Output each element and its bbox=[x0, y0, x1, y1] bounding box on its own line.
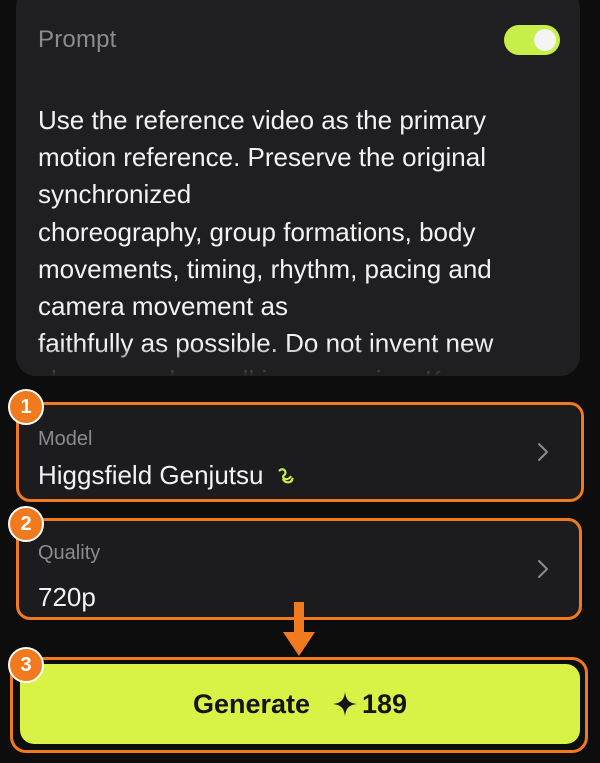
prompt-text[interactable]: Use the reference video as the primary m… bbox=[38, 102, 558, 376]
down-arrow-icon bbox=[283, 602, 315, 656]
chevron-right-icon bbox=[538, 443, 548, 461]
genjutsu-icon bbox=[278, 467, 294, 483]
prompt-panel: Prompt Use the reference video as the pr… bbox=[16, 0, 580, 376]
prompt-toggle[interactable] bbox=[504, 25, 560, 55]
generate-cost: 189 bbox=[362, 688, 408, 719]
quality-value: 720p bbox=[38, 582, 96, 612]
sparkle-icon bbox=[333, 692, 357, 716]
generate-label: Generate bbox=[192, 688, 310, 719]
model-selector[interactable]: Model Higgsfield Genjutsu bbox=[16, 404, 580, 500]
step-badge-3: 3 bbox=[8, 647, 44, 683]
step-badge-2: 2 bbox=[8, 506, 44, 542]
step-badge-1: 1 bbox=[8, 389, 44, 425]
quality-label: Quality bbox=[38, 542, 101, 564]
prompt-fade bbox=[16, 346, 580, 376]
model-value: Higgsfield Genjutsu bbox=[38, 460, 264, 490]
chevron-right-icon bbox=[538, 560, 548, 578]
model-label: Model bbox=[38, 428, 93, 450]
model-value-row: Higgsfield Genjutsu bbox=[38, 460, 297, 491]
prompt-label: Prompt bbox=[38, 26, 117, 53]
generate-button[interactable]: Generate 189 bbox=[20, 664, 580, 744]
toggle-knob bbox=[534, 29, 556, 51]
